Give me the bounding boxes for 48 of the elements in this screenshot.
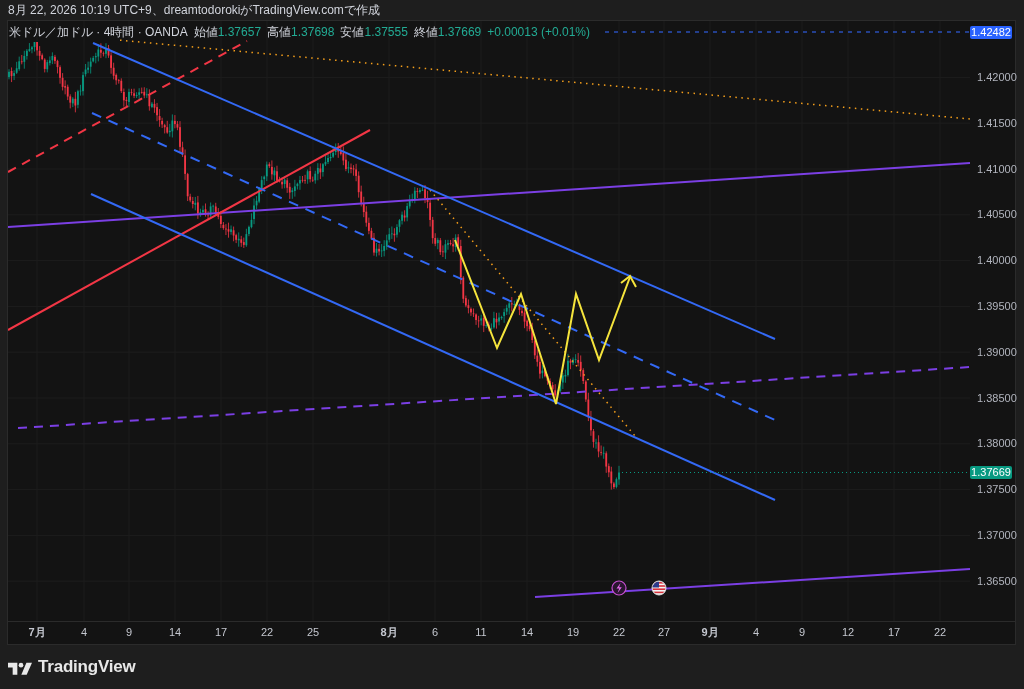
price-label: 1.42000 — [977, 70, 1017, 84]
chart-caption: 8月 22, 2026 10:19 UTC+9、dreamtodorokiがTradingView.comで作成 — [8, 1, 380, 19]
last-price-badge: 1.37669 — [970, 466, 1012, 479]
ohlc-value: 1.37669 — [437, 25, 482, 39]
date-label: 22 — [612, 626, 626, 639]
ohlc-value: 1.37555 — [364, 25, 408, 39]
price-label: 1.36500 — [977, 574, 1017, 588]
date-label: 14 — [520, 626, 534, 639]
date-label: 4 — [80, 626, 88, 639]
price-label: 1.37500 — [977, 483, 1017, 497]
price-label: 1.37000 — [977, 528, 1017, 542]
price-label: 1.38500 — [977, 391, 1017, 405]
date-label: 7月 — [28, 626, 46, 639]
price-label: 1.39000 — [977, 345, 1017, 359]
price-label: 1.38000 — [977, 437, 1017, 451]
date-label: 22 — [933, 626, 947, 639]
date-label: 4 — [752, 626, 760, 639]
price-label: 1.40000 — [977, 254, 1017, 268]
ohlc-label: 安値 — [340, 25, 365, 39]
date-label: 9 — [125, 626, 133, 639]
date-label: 8月 — [380, 626, 398, 639]
price-label: 1.41500 — [977, 116, 1017, 130]
lightning-icon — [611, 580, 627, 596]
date-label: 22 — [260, 626, 274, 639]
date-label: 19 — [566, 626, 580, 639]
ohlc-label: 高値 — [267, 25, 292, 39]
price-label: 1.40500 — [977, 208, 1017, 222]
date-label: 17 — [887, 626, 901, 639]
symbol-legend: 米ドル／加ドル · 4時間 · OANDA — [9, 25, 188, 39]
high-price-badge: 1.42482 — [970, 25, 1012, 39]
date-label: 25 — [306, 626, 320, 639]
price-label: 1.41000 — [977, 162, 1017, 176]
ohlc-label: 終値 — [413, 25, 438, 39]
flag-icon — [651, 580, 667, 596]
date-label: 11 — [475, 626, 487, 639]
brand-name: TradingView — [38, 657, 136, 677]
date-label: 27 — [657, 626, 671, 639]
date-label: 9月 — [701, 626, 719, 639]
date-label: 14 — [168, 626, 182, 639]
date-label: 12 — [841, 626, 855, 639]
price-label: 1.39500 — [977, 299, 1017, 313]
price-change: +0.00013 (+0.01%) — [487, 25, 590, 39]
ohlc-value: 1.37698 — [291, 25, 335, 39]
ohlc-value: 1.37657 — [217, 25, 262, 39]
date-label: 6 — [431, 626, 439, 639]
ohlc-label: 始値 — [193, 25, 218, 39]
date-label: 17 — [214, 626, 228, 639]
date-label: 9 — [798, 626, 806, 639]
